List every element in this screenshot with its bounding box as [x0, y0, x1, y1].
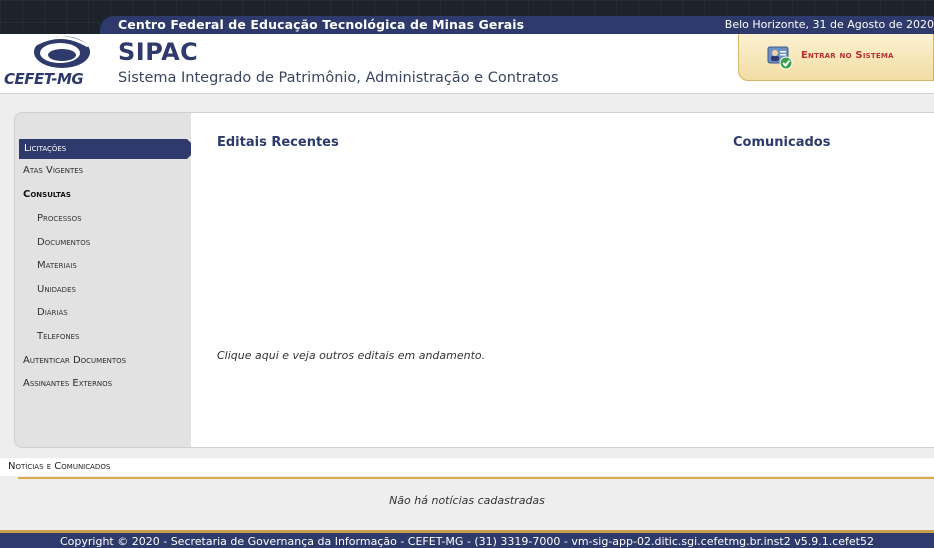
- side-menu: Licitações Atas Vigentes Consultas Proce…: [15, 113, 197, 447]
- news-title: Notícias e Comunicados: [8, 461, 111, 472]
- news-divider: [18, 477, 934, 479]
- menu-item-label: Licitações: [24, 143, 67, 154]
- comunicados-title: Comunicados: [733, 135, 831, 150]
- date-label: Belo Horizonte, 31 de Agosto de 2020: [724, 18, 934, 31]
- menu-item-telefones[interactable]: Telefones: [37, 331, 80, 342]
- logo-text: CEFET-MG: [4, 70, 84, 88]
- login-label: Entrar no Sistema: [801, 50, 894, 61]
- system-acronym: SIPAC: [118, 38, 199, 66]
- menu-item-documentos[interactable]: Documentos: [37, 237, 90, 248]
- footer-text: Copyright © 2020 - Secretaria de Governa…: [60, 535, 874, 548]
- news-bar: Notícias e Comunicados: [0, 458, 934, 476]
- menu-item-processos[interactable]: Processos: [37, 213, 82, 224]
- content-panel: Licitações Atas Vigentes Consultas Proce…: [14, 112, 934, 448]
- editais-title: Editais Recentes: [217, 135, 339, 150]
- menu-item-assinantes-externos[interactable]: Assinantes Externos: [23, 378, 112, 389]
- menu-item-licitacoes[interactable]: Licitações: [19, 139, 197, 159]
- menu-item-diarias[interactable]: Diárias: [37, 307, 68, 318]
- menu-item-atas-vigentes[interactable]: Atas Vigentes: [23, 165, 83, 176]
- editais-link[interactable]: Clique aqui e veja outros editais em and…: [217, 349, 485, 362]
- cefet-logo[interactable]: CEFET-MG: [4, 34, 114, 92]
- footer: Copyright © 2020 - Secretaria de Governa…: [0, 533, 934, 548]
- menu-item-materiais[interactable]: Materiais: [37, 260, 77, 271]
- content-area: Editais Recentes Comunicados Clique aqui…: [191, 113, 934, 447]
- news-empty-message: Não há notícias cadastradas: [389, 494, 545, 507]
- page: Centro Federal de Educação Tecnológica d…: [0, 0, 934, 548]
- user-card-icon: [767, 46, 793, 70]
- cefet-logo-icon: [34, 36, 90, 68]
- menu-item-consultas[interactable]: Consultas: [23, 189, 71, 200]
- menu-item-autenticar-documentos[interactable]: Autenticar Documentos: [23, 355, 126, 366]
- login-button[interactable]: Entrar no Sistema: [738, 34, 934, 81]
- main-area: Licitações Atas Vigentes Consultas Proce…: [0, 94, 934, 530]
- institution-name: Centro Federal de Educação Tecnológica d…: [118, 17, 525, 32]
- system-name: Sistema Integrado de Patrimônio, Adminis…: [118, 70, 559, 86]
- menu-item-unidades[interactable]: Unidades: [37, 284, 76, 295]
- top-bar: Centro Federal de Educação Tecnológica d…: [100, 16, 934, 34]
